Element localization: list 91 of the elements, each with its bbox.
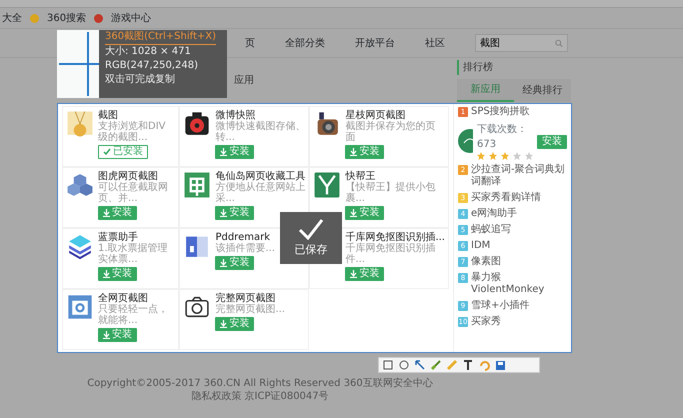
ranking-item[interactable]: e网淘助手 — [471, 208, 518, 220]
brush-tool-icon[interactable] — [430, 359, 442, 371]
app-name: 快帮王 — [345, 171, 376, 182]
download-icon — [350, 270, 358, 278]
app-name: Pddremark — [215, 232, 270, 243]
ranking-tab[interactable]: 经典排行 — [514, 78, 571, 102]
app-name: 星枝网页截图 — [345, 110, 406, 121]
filled-star-icon — [489, 152, 497, 160]
app-description: 支持浏览和DIV级的截图... — [98, 121, 166, 143]
download-icon — [220, 320, 228, 328]
app-description: 【快帮王】提供小包裹... — [345, 182, 436, 204]
copyright-text: Copyright©2005-2017 360.CN All Rights Reserved 360互联网安全中心 — [87, 377, 433, 390]
magnifier-title: 360截图(Ctrl+Shift+X) — [105, 30, 216, 45]
photo-frame-icon — [66, 293, 94, 321]
app-card[interactable]: 星枝网页截图 截图并保存为您的页面 安装 — [309, 106, 449, 167]
tile-icon — [183, 171, 212, 199]
ranking-item[interactable]: 像素图 — [471, 256, 501, 268]
check-icon — [103, 148, 111, 156]
bookmark-link[interactable]: 大全 — [2, 10, 22, 26]
download-icon — [220, 259, 228, 267]
app-name: 微博快照 — [215, 110, 256, 121]
app-description: 微博快速截图存储、转... — [215, 121, 306, 143]
search-box[interactable]: 截图 — [475, 34, 568, 52]
app-name: 完整网页截图 — [215, 293, 276, 304]
ranking-item[interactable]: SPS搜狗拼歌 — [471, 106, 530, 118]
nav-link[interactable]: 页 — [245, 36, 255, 50]
app-name: 蓝票助手 — [98, 232, 138, 243]
ranking-item[interactable]: 买家秀看购详情 — [471, 192, 541, 204]
app-name: 截图 — [98, 110, 118, 121]
app-description: 1.取水票据管理实体票... — [98, 243, 169, 265]
app-description: 只要轻轻一点，就能将... — [98, 304, 169, 326]
ranking-title: 排行榜 — [457, 60, 571, 74]
ranking-item[interactable]: 暴力猴ViolentMonkey — [471, 272, 567, 296]
download-icon — [103, 331, 110, 339]
nav-link[interactable]: 开放平台 — [355, 36, 395, 50]
medal-icon — [66, 110, 94, 138]
app-card[interactable]: 完整网页截图 完整网页截图... 安装 — [179, 289, 310, 350]
search-field[interactable]: 截图 — [480, 36, 555, 50]
app-description: 可以任意截取网页、并... — [98, 182, 169, 204]
capture-size: 大小: 1028 × 471 — [105, 45, 192, 59]
app-name: 全网页截图 — [98, 293, 148, 304]
rectangle-tool-icon[interactable] — [382, 359, 394, 371]
ranking-item[interactable]: 蚂蚁追写 — [471, 224, 511, 236]
app-card[interactable]: 微博快照 微博快速截图存储、转... 安装 — [179, 106, 310, 167]
ranking-item[interactable]: 买家秀 — [471, 316, 501, 328]
app-description: 该插件需要... — [215, 243, 275, 254]
ranking-item[interactable]: IDM — [471, 240, 490, 252]
app-name: 图虎网页截图 — [98, 171, 158, 182]
bookmark-icon — [30, 14, 39, 22]
download-icon — [103, 209, 110, 217]
bookmark-icon — [94, 14, 104, 22]
tile-icon — [313, 171, 342, 199]
app-name: 龟仙岛网页收藏工具 — [215, 171, 306, 182]
app-description: 方便地从任意网站上采... — [215, 182, 306, 204]
pixel-color: RGB(247,250,248) — [105, 59, 199, 73]
ranking-item[interactable]: 雪球+小插件 — [471, 300, 530, 312]
app-card[interactable]: 全网页截图 只要轻轻一点，就能将... 安装 — [62, 289, 180, 350]
app-logo-icon — [458, 129, 473, 153]
save-icon[interactable] — [494, 359, 506, 371]
magnified-crosshair — [57, 30, 99, 98]
hexagons-icon — [66, 171, 94, 199]
nav-link[interactable]: 社区 — [425, 36, 445, 50]
copy-hint: 双击可完成复制 — [105, 73, 176, 87]
download-icon — [220, 209, 228, 217]
app-card[interactable]: 图虎网页截图 可以任意截取网页、并... 安装 — [62, 167, 180, 228]
text-tool-icon[interactable] — [462, 359, 474, 371]
app-card[interactable]: 蓝票助手 1.取水票据管理实体票... 安装 — [62, 228, 180, 289]
app-description: 完整网页截图... — [215, 304, 285, 315]
app-description: 截图并保存为您的页面 — [345, 121, 436, 143]
download-count: 下载次数：673 — [477, 122, 528, 152]
bookmark-link[interactable]: 360搜索 — [47, 10, 86, 26]
app-description: 千库网免抠图识别插件... — [345, 243, 436, 265]
download-icon — [220, 148, 228, 156]
section-heading: 应用 — [234, 74, 254, 88]
empty-star-icon — [525, 152, 533, 160]
ellipse-tool-icon[interactable] — [398, 359, 410, 371]
app-name: 千库网免抠图识别插... — [345, 232, 445, 243]
download-icon — [350, 209, 358, 217]
download-icon — [103, 270, 110, 278]
download-icon — [350, 148, 358, 156]
app-card[interactable]: 截图 支持浏览和DIV级的截图... 已安装 — [62, 106, 180, 167]
camera-icon — [183, 110, 212, 138]
empty-star-icon — [513, 152, 521, 160]
bookmark-link[interactable]: 游戏中心 — [111, 10, 152, 26]
filled-star-icon — [477, 152, 485, 160]
capture-selection[interactable] — [57, 103, 572, 353]
ranking-item[interactable]: 沙拉查词-聚合词典划词翻译 — [471, 164, 567, 188]
filled-star-icon — [501, 152, 509, 160]
arrow-tool-icon[interactable] — [414, 359, 426, 371]
checkmark-icon — [298, 218, 324, 240]
nav-link[interactable]: 全部分类 — [285, 36, 325, 50]
